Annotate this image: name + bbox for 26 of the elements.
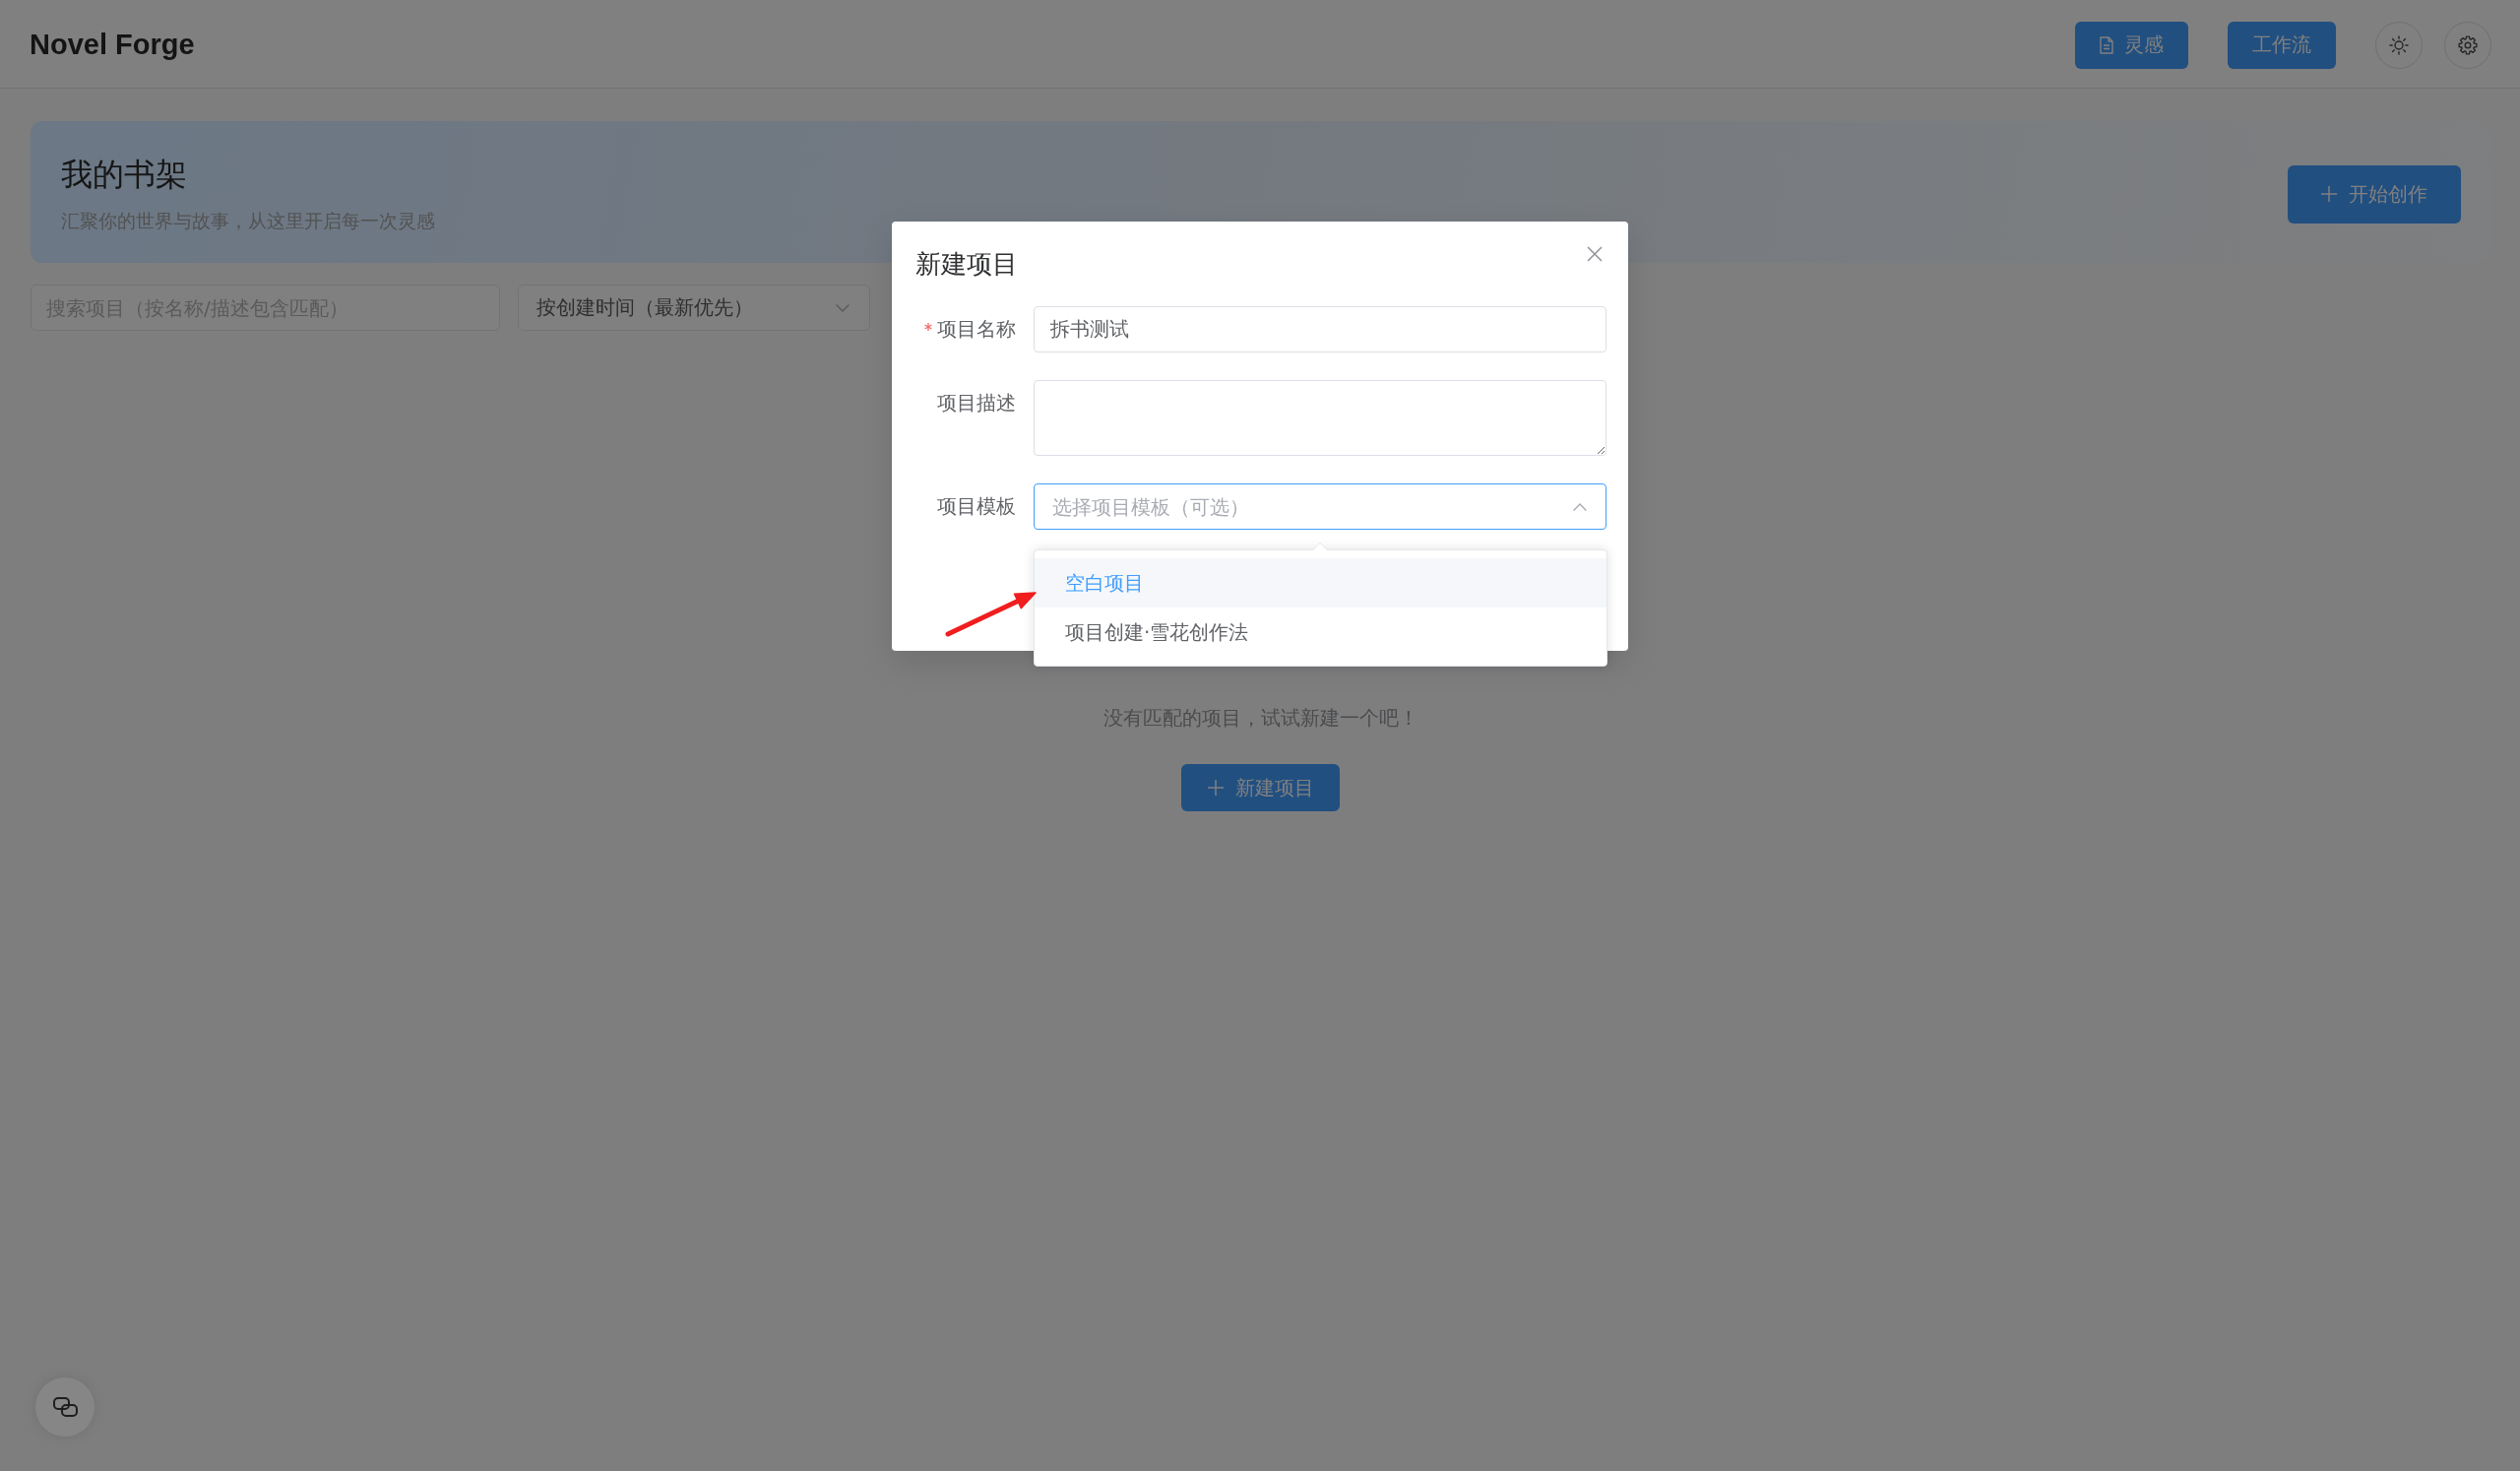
caret-up-icon bbox=[1573, 502, 1587, 511]
header-button[interactable]: 工作流 bbox=[2228, 21, 2336, 69]
field-label: 项目描述 bbox=[937, 390, 1016, 416]
dropdown-option[interactable]: 项目创建·雪花创作法 bbox=[1035, 608, 1606, 657]
close-icon bbox=[1587, 246, 1603, 262]
sun-icon bbox=[2389, 34, 2409, 55]
field-label: 项目模板 bbox=[937, 493, 1016, 520]
plus-icon bbox=[1207, 780, 1224, 796]
document-icon bbox=[2100, 35, 2113, 54]
text-field[interactable]: 拆书测试 bbox=[1034, 306, 1606, 352]
dropdown-option[interactable]: 空白项目 bbox=[1035, 558, 1606, 608]
plus-icon bbox=[2321, 186, 2337, 202]
caret-down-icon bbox=[836, 303, 850, 312]
field-label: 项目名称 bbox=[937, 316, 1016, 343]
textarea-field[interactable] bbox=[1034, 380, 1606, 456]
dialog-title: 新建项目 bbox=[915, 248, 1018, 281]
select-field[interactable]: 选择项目模板（可选） bbox=[1034, 483, 1606, 530]
shelf-title: 我的书架 bbox=[61, 155, 188, 194]
app-title: Novel Forge bbox=[30, 29, 195, 61]
close-button[interactable] bbox=[1585, 244, 1605, 264]
linked-squares-icon bbox=[52, 1397, 78, 1417]
new-project-button[interactable]: 新建项目 bbox=[1181, 764, 1340, 811]
start-writing-button[interactable]: 开始创作 bbox=[2288, 164, 2461, 224]
sort-select[interactable]: 按创建时间（最新优先） bbox=[518, 285, 870, 331]
settings-icon bbox=[2458, 34, 2478, 55]
header-button[interactable]: 灵感 bbox=[2075, 21, 2188, 69]
